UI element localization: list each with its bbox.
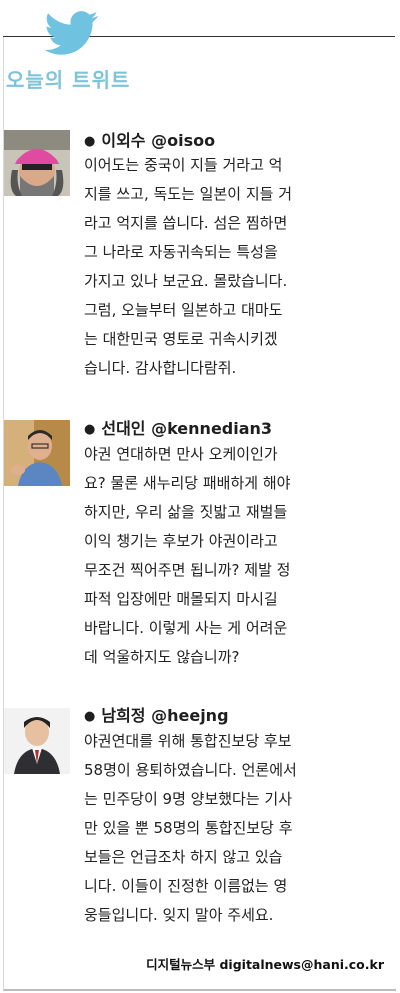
bullet-icon: ● <box>84 709 96 724</box>
tweet-line: 야권연대를 위해 통합진보당 후보 <box>84 732 292 750</box>
twitter-handle: @heejng <box>151 706 229 725</box>
tweet-line: 하지만, 우리 삶을 짓밟고 재벌들 <box>84 503 288 521</box>
twitter-handle: @kennedian3 <box>151 419 273 438</box>
tweet-handle: ● 이외수 @oisoo <box>84 127 215 151</box>
tweet-handle: ● 선대인 @kennedian3 <box>84 415 272 439</box>
tweet-line: 지를 쓰고, 독도는 일본이 지들 거 <box>84 185 293 203</box>
avatar <box>4 420 70 486</box>
section-title: 오늘의 트위트 <box>6 68 131 92</box>
tweet-line: 야권 연대하면 만사 오케이인가 <box>84 445 278 463</box>
bullet-icon: ● <box>84 422 96 437</box>
tweet-line: 파적 입장에만 매몰되지 마시길 <box>84 590 278 608</box>
tweet-line: 그 나라로 자동귀속되는 특성을 <box>84 243 278 261</box>
tweet-line: 라고 억지를 씁니다. 섬은 찜하면 <box>84 214 288 232</box>
tweet-line: 보들은 언급조차 하지 않고 있습 <box>84 848 283 866</box>
tweet-line: 는 대한민국 영토로 귀속시키겠 <box>84 330 278 348</box>
avatar <box>4 708 70 774</box>
tweet-line: 가지고 있나 보군요. 몰랐습니다. <box>84 272 288 290</box>
tweet-line: 는 민주당이 9명 양보했다는 기사 <box>84 790 293 808</box>
author-name: 남희정 <box>101 706 146 725</box>
tweet-line: 이익 챙기는 후보가 야권이라고 <box>84 532 278 550</box>
tweet-body: 야권 연대하면 만사 오케이인가 요? 물론 새누리당 패배하게 해야 하지만,… <box>84 440 384 672</box>
bullet-icon: ● <box>84 134 96 149</box>
tweet-body: 야권연대를 위해 통합진보당 후보 58명이 용퇴하였습니다. 언론에서 는 민… <box>84 727 384 930</box>
twitter-bird-icon <box>44 11 98 55</box>
footer-credit: 디지털뉴스부 digitalnews@hani.co.kr <box>146 957 384 972</box>
twitter-handle: @oisoo <box>151 131 216 150</box>
tweet-line: 무조건 찍어주면 됩니까? 제발 정 <box>84 561 291 579</box>
tweet-line: 요? 물론 새누리당 패배하게 해야 <box>84 474 291 492</box>
tweet-body: 이어도는 중국이 지들 거라고 억 지를 쓰고, 독도는 일본이 지들 거 라고… <box>84 151 384 383</box>
tweet-line: 데 억울하지도 않습니까? <box>84 648 240 666</box>
tweet-line: 그럼, 오늘부터 일본하고 대마도 <box>84 301 283 319</box>
tweet-line: 이어도는 중국이 지들 거라고 억 <box>84 156 283 174</box>
author-name: 이외수 <box>101 131 146 150</box>
tweet-line: 58명이 용퇴하였습니다. 언론에서 <box>84 761 297 779</box>
avatar <box>4 130 70 196</box>
tweet-line: 니다. 이들이 진정한 이름없는 영 <box>84 877 288 895</box>
tweet-handle: ● 남희정 @heejng <box>84 702 229 726</box>
tweet-line: 만 있을 뿐 58명의 통합진보당 후 <box>84 819 293 837</box>
tweet-line: 바랍니다. 이렇게 사는 게 어려운 <box>84 619 288 637</box>
author-name: 선대인 <box>101 419 146 438</box>
tweet-line: 습니다. 감사합니다람쥐. <box>84 359 237 377</box>
tweet-line: 웅들입니다. 잊지 말아 주세요. <box>84 906 274 924</box>
